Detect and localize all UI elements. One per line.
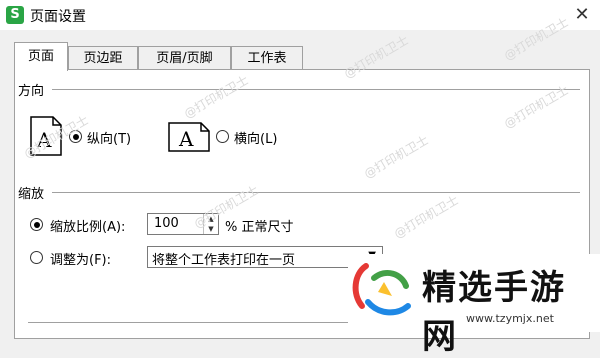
scale-ratio-radio[interactable] bbox=[30, 218, 43, 231]
orientation-group-label: 方向 bbox=[18, 84, 45, 99]
fit-to-selected-value: 将整个工作表打印在一页 bbox=[152, 253, 296, 268]
landscape-icon-letter: A bbox=[178, 127, 194, 151]
brand-logo-icon bbox=[352, 263, 411, 316]
app-icon: S bbox=[6, 6, 24, 24]
landscape-label[interactable]: 横向(L) bbox=[234, 128, 277, 147]
scale-ratio-value[interactable]: 100 bbox=[154, 216, 179, 231]
landscape-page-icon: A bbox=[168, 122, 210, 152]
scaling-group-label: 缩放 bbox=[18, 187, 45, 202]
tab-margins[interactable]: 页边距 bbox=[68, 46, 138, 69]
tab-sheet[interactable]: 工作表 bbox=[231, 46, 303, 69]
fit-to-label[interactable]: 调整为(F): bbox=[50, 249, 111, 268]
scale-ratio-suffix: % 正常尺寸 bbox=[225, 220, 294, 235]
brand-name: 精选手游网 bbox=[422, 268, 566, 357]
tab-page[interactable]: 页面 bbox=[14, 42, 68, 71]
brand-url: www.tzymjx.net bbox=[466, 312, 554, 325]
scale-ratio-label[interactable]: 缩放比例(A): bbox=[50, 216, 125, 235]
tab-header-footer[interactable]: 页眉/页脚 bbox=[138, 46, 231, 69]
brand-overlay: 精选手游网 www.tzymjx.net bbox=[348, 254, 600, 357]
landscape-radio[interactable] bbox=[216, 130, 229, 143]
fit-to-radio[interactable] bbox=[30, 251, 43, 264]
orientation-separator bbox=[52, 89, 580, 90]
window-title: 页面设置 bbox=[30, 9, 86, 25]
bottom-separator bbox=[28, 322, 348, 323]
close-icon[interactable]: ✕ bbox=[570, 3, 594, 27]
scaling-separator bbox=[52, 192, 580, 193]
portrait-label[interactable]: 纵向(T) bbox=[87, 128, 131, 147]
title-bar: S 页面设置 ✕ bbox=[0, 0, 600, 30]
